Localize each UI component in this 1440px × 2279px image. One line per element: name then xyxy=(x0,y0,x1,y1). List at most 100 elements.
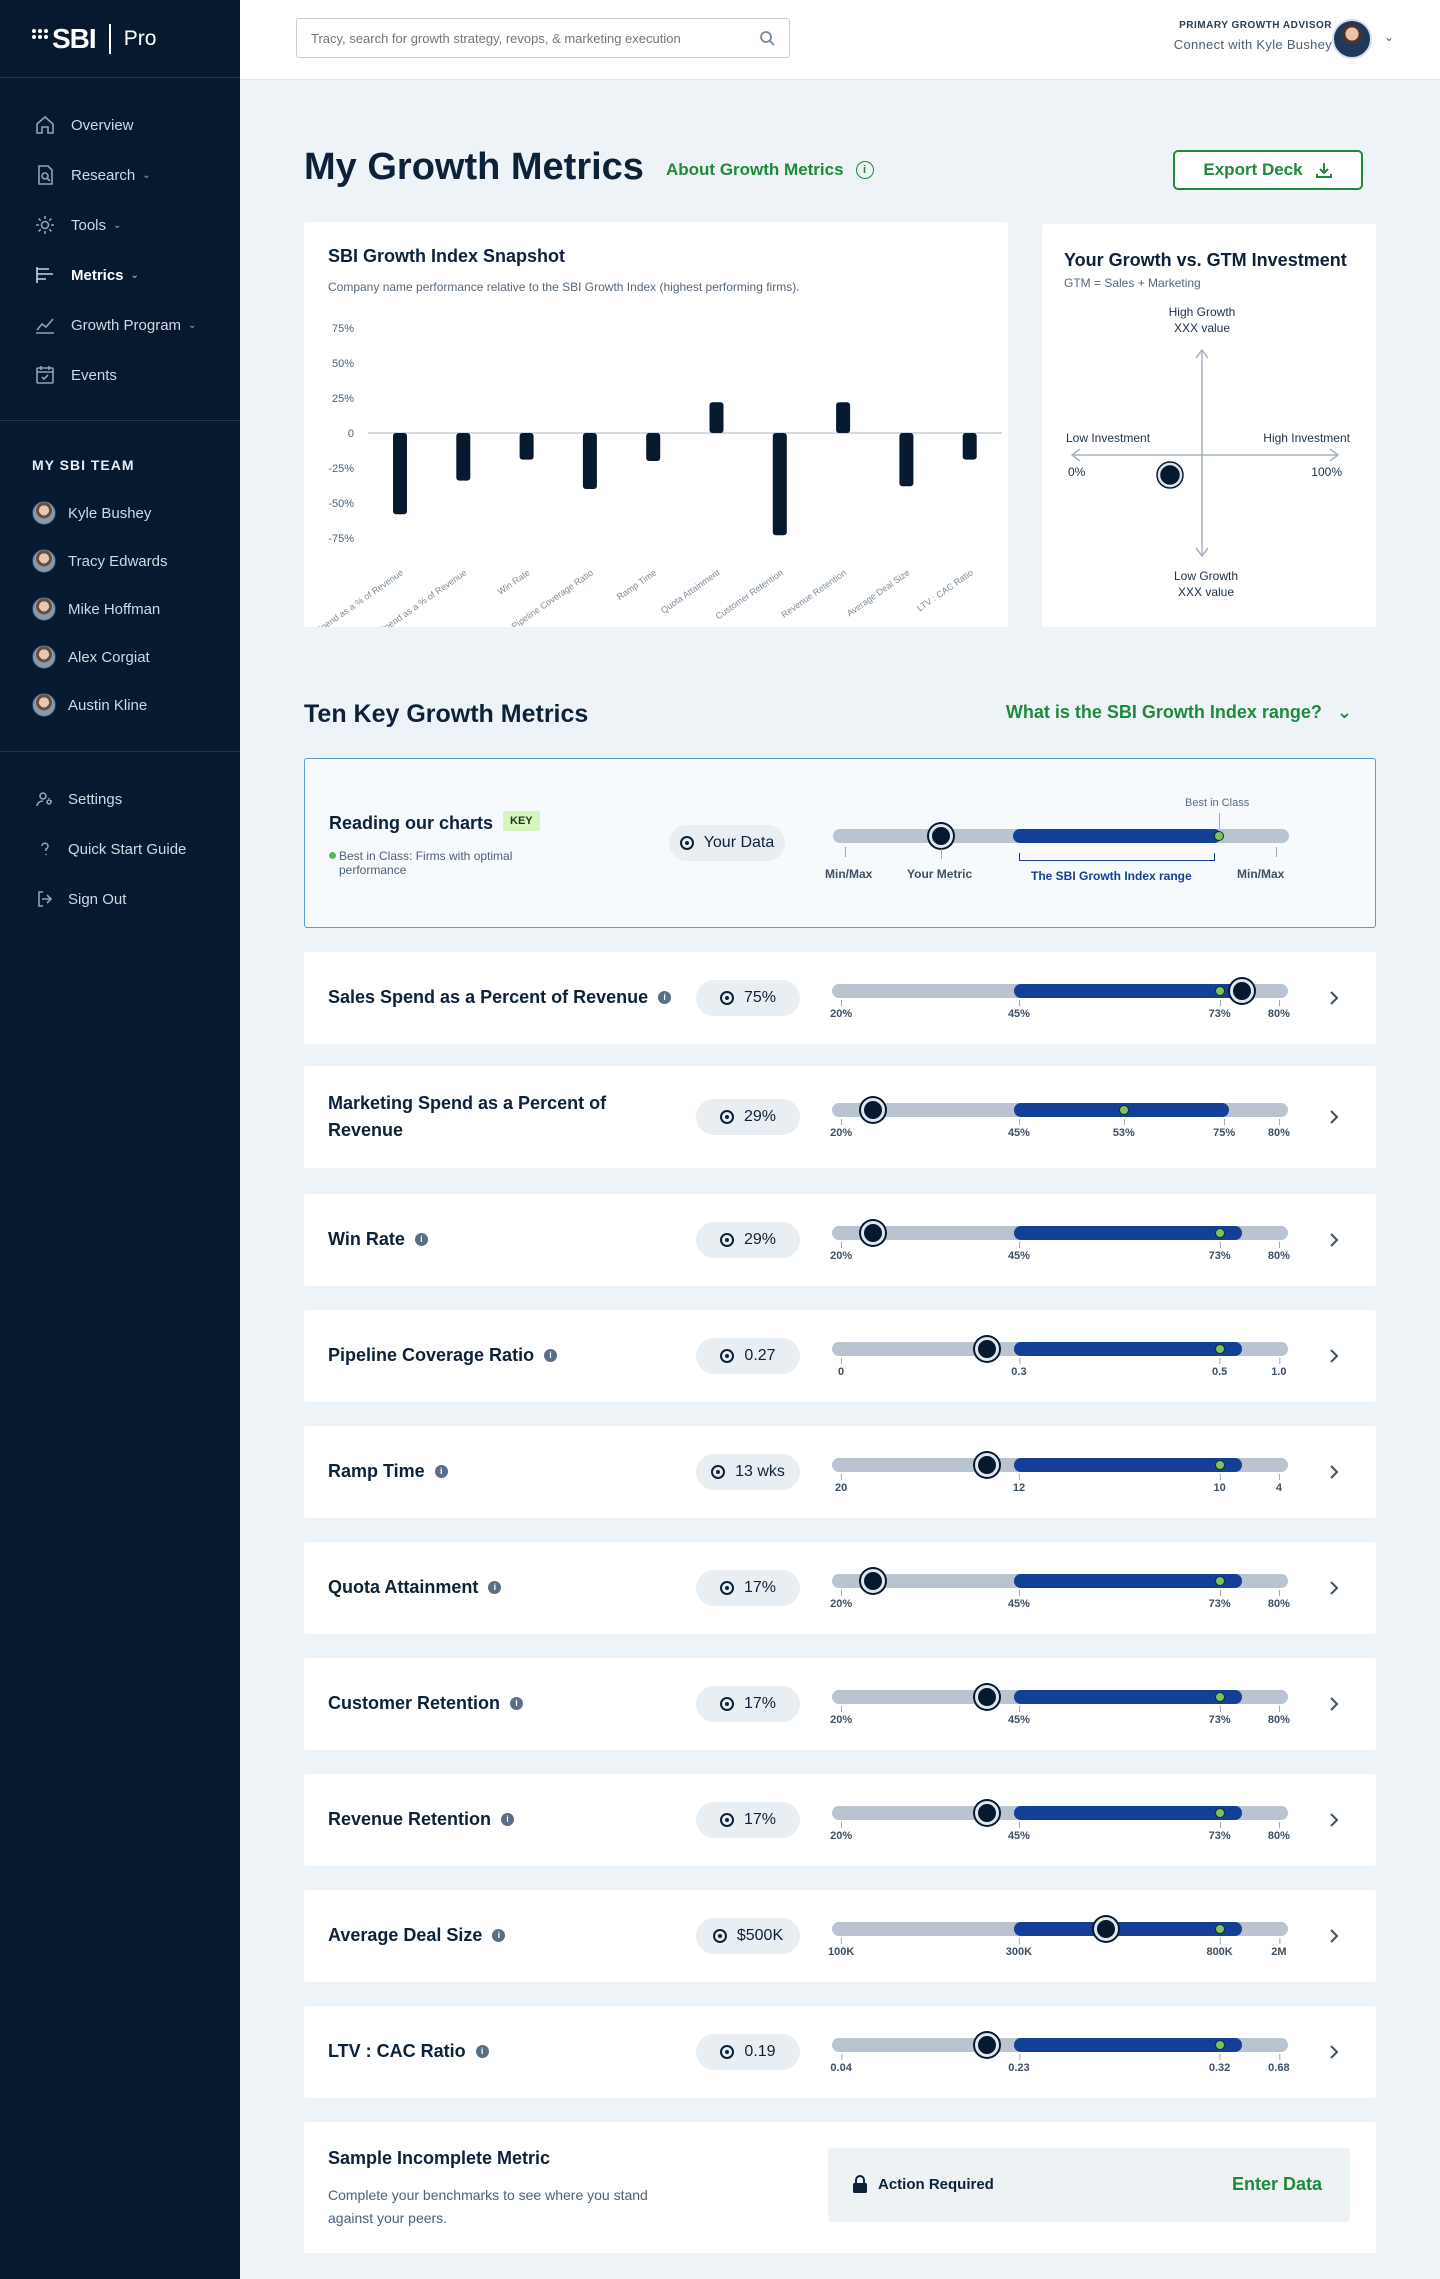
avatar xyxy=(32,645,56,669)
info-icon[interactable]: i xyxy=(488,1581,502,1594)
tick-label: 2M xyxy=(1271,1938,1287,1958)
logo[interactable]: SBI Pro xyxy=(0,0,240,78)
key-best-dot xyxy=(1214,831,1224,841)
metric-row[interactable]: Marketing Spend as a Percent of Revenue 2… xyxy=(304,1066,1376,1168)
nav-item-quick-start-guide[interactable]: Quick Start Guide xyxy=(0,824,240,874)
search-input[interactable] xyxy=(311,30,759,46)
enter-data-button[interactable]: Enter Data xyxy=(1232,2174,1322,2195)
metric-row[interactable]: LTV : CAC Ratio i 0.19 0.04 0.23 0.32 0.68 xyxy=(304,2006,1376,2098)
x-tick-label: Average Deal Size xyxy=(845,567,912,618)
nav-item-research[interactable]: Research ⌄ xyxy=(0,150,240,200)
metric-row[interactable]: Customer Retention i 17% 20% 45% 73% 80% xyxy=(304,1658,1376,1750)
x-tick-label: Quota Attainment xyxy=(659,567,722,615)
metric-track xyxy=(832,1569,1288,1593)
team-member[interactable]: Tracy Edwards xyxy=(0,537,240,585)
chevron-right-icon[interactable] xyxy=(1324,1694,1344,1714)
search-icon[interactable] xyxy=(759,30,775,46)
info-icon[interactable]: i xyxy=(492,1929,506,1942)
topbar: PRIMARY GROWTH ADVISOR Connect with Kyle… xyxy=(240,0,1440,80)
metric-name-label: LTV : CAC Ratio xyxy=(328,2041,466,2061)
metric-value: $500K xyxy=(736,1927,784,1944)
chevron-right-icon[interactable] xyxy=(1324,1230,1344,1250)
tick-label: 0.23 xyxy=(1008,2054,1030,2074)
about-link-label[interactable]: About Growth Metrics xyxy=(666,160,844,180)
metric-ticks: 0.04 0.23 0.32 0.68 xyxy=(830,2054,1290,2082)
nav-item-events[interactable]: Events xyxy=(0,350,240,400)
nav-item-metrics[interactable]: Metrics ⌄ xyxy=(0,250,240,300)
info-icon[interactable]: i xyxy=(501,1813,515,1826)
metric-value-pill: 13 wks xyxy=(696,1454,800,1490)
nav-item-label: Settings xyxy=(68,790,123,808)
metric-row[interactable]: Win Rate i 29% 20% 45% 73% 80% xyxy=(304,1194,1376,1286)
chevron-right-icon[interactable] xyxy=(1324,1810,1344,1830)
info-icon[interactable]: i xyxy=(855,161,874,179)
nav-item-settings[interactable]: Settings xyxy=(0,774,240,824)
metric-row[interactable]: Pipeline Coverage Ratio i 0.27 0 0.3 0.5 1.0 xyxy=(304,1310,1376,1402)
team-member[interactable]: Austin Kline xyxy=(0,681,240,729)
range-question-toggle[interactable]: What is the SBI Growth Index range? ⌄ xyxy=(1006,702,1352,723)
info-icon[interactable]: i xyxy=(658,991,672,1004)
key-tick-right xyxy=(1276,847,1277,857)
team-member[interactable]: Kyle Bushey xyxy=(0,489,240,537)
target-icon xyxy=(719,1233,734,1247)
lock-icon xyxy=(853,2175,867,2193)
tick-label: 80% xyxy=(1267,1706,1290,1726)
tick-label: 0.68 xyxy=(1268,2054,1290,2074)
metric-value-pill: $500K xyxy=(696,1918,800,1954)
search-box[interactable] xyxy=(296,18,790,58)
tick-label: 75% xyxy=(1213,1119,1236,1139)
metric-ticks: 20 12 10 4 xyxy=(832,1474,1288,1502)
metric-name-label: Pipeline Coverage Ratio xyxy=(328,1345,535,1365)
target-icon xyxy=(719,991,734,1005)
tick-label: 1.0 xyxy=(1271,1358,1287,1378)
sidebar: SBI Pro Overview Research ⌄ Tools ⌄ Metrics ⌄ G… xyxy=(0,0,240,2279)
chevron-down-icon[interactable]: ⌄ xyxy=(1384,30,1394,44)
tick-label: 45% xyxy=(1007,1000,1030,1020)
nav-item-growth-program[interactable]: Growth Program ⌄ xyxy=(0,300,240,350)
about-growth-metrics-link[interactable]: About Growth Metrics i xyxy=(666,160,874,180)
chevron-right-icon[interactable] xyxy=(1324,2042,1344,2062)
chevron-right-icon[interactable] xyxy=(1324,1926,1344,1946)
advisor-info[interactable]: PRIMARY GROWTH ADVISOR Connect with Kyle… xyxy=(1174,20,1332,52)
tick-label: 73% xyxy=(1208,1242,1231,1262)
team-member[interactable]: Alex Corgiat xyxy=(0,633,240,681)
your-metric-marker xyxy=(1093,1917,1118,1941)
chevron-right-icon[interactable] xyxy=(1324,1462,1344,1482)
info-icon[interactable]: i xyxy=(414,1233,428,1246)
metric-row[interactable]: Ramp Time i 13 wks 20 12 10 4 xyxy=(304,1426,1376,1518)
team-member-name: Tracy Edwards xyxy=(68,552,168,570)
nav-item-overview[interactable]: Overview xyxy=(0,100,240,150)
key-tick-you xyxy=(941,849,942,859)
metric-ticks: 100K 300K 800K 2M xyxy=(828,1938,1288,1966)
export-deck-button[interactable]: Export Deck xyxy=(1173,150,1363,190)
metric-row[interactable]: Revenue Retention i 17% 20% 45% 73% 80% xyxy=(304,1774,1376,1866)
nav-item-sign-out[interactable]: Sign Out xyxy=(0,874,240,924)
metric-row[interactable]: Sales Spend as a Percent of Revenue i 75% 2… xyxy=(304,952,1376,1044)
metric-row[interactable]: Quota Attainment i 17% 20% 45% 73% 80% xyxy=(304,1542,1376,1634)
chevron-right-icon[interactable] xyxy=(1324,1346,1344,1366)
logo-product: Pro xyxy=(123,26,157,50)
info-icon[interactable]: i xyxy=(510,1697,524,1710)
low-growth-label: Low Growth XXX value xyxy=(1173,569,1239,599)
advisor-avatar[interactable] xyxy=(1332,19,1372,59)
nav-item-tools[interactable]: Tools ⌄ xyxy=(0,200,240,250)
metric-row[interactable]: Average Deal Size i $500K 100K 300K 800K 2M xyxy=(304,1890,1376,1982)
nav-item-label: Tools xyxy=(71,216,107,234)
metric-name-label: Customer Retention xyxy=(328,1693,501,1713)
chevron-right-icon[interactable] xyxy=(1324,1578,1344,1598)
your-metric-marker xyxy=(975,1453,1000,1477)
chevron-right-icon[interactable] xyxy=(1324,1107,1344,1127)
x-tick-label: Customer Retention xyxy=(714,567,785,621)
advisor-connect[interactable]: Connect with Kyle Bushey xyxy=(1174,37,1332,52)
info-icon[interactable]: i xyxy=(434,1465,448,1478)
metric-name-label: Quota Attainment xyxy=(328,1577,479,1597)
your-metric-marker xyxy=(861,1098,886,1122)
metric-name: Revenue Retention i xyxy=(328,1806,708,1833)
target-icon xyxy=(719,1581,734,1595)
chevron-right-icon[interactable] xyxy=(1324,988,1344,1008)
info-icon[interactable]: i xyxy=(475,2045,489,2058)
info-icon[interactable]: i xyxy=(544,1349,558,1362)
target-icon xyxy=(720,1349,735,1363)
team-member[interactable]: Mike Hoffman xyxy=(0,585,240,633)
team-member-name: Alex Corgiat xyxy=(68,648,150,666)
